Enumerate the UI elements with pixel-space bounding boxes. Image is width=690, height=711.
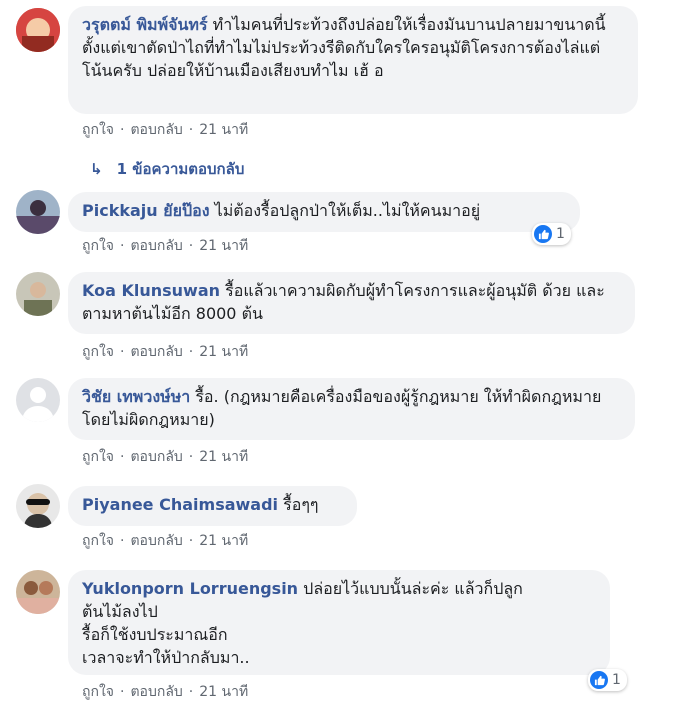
comment-bubble: วรุตตม์ พิมพ์จันทร์ ทำไมคนที่ประท้วงถึงป…: [68, 6, 638, 114]
comment-text: เวลาจะทำให้ป่ากลับมา..: [82, 648, 250, 667]
reaction-number: 1: [556, 226, 565, 242]
like-link[interactable]: ถูกใจ: [82, 533, 114, 549]
reply-link[interactable]: ตอบกลับ: [130, 122, 182, 138]
timestamp[interactable]: 21 นาที: [199, 344, 248, 360]
like-link[interactable]: ถูกใจ: [82, 238, 114, 254]
comment-bubble: Koa Klunsuwan รื้อแล้วเาความผิดกับผู้ทำโ…: [68, 272, 635, 334]
avatar[interactable]: [16, 8, 60, 52]
timestamp[interactable]: 21 นาที: [199, 122, 248, 138]
avatar[interactable]: [16, 570, 60, 614]
reaction-count[interactable]: 1: [532, 223, 571, 245]
reply-link[interactable]: ตอบกลับ: [130, 684, 182, 700]
comment-actions: ถูกใจ · ตอบกลับ · 21 นาที: [82, 533, 249, 549]
timestamp[interactable]: 21 นาที: [199, 684, 248, 700]
comment-text: ไม่ต้องรื้อปลูกป่าให้เต็ม..ไม่ให้คนมาอยู…: [214, 201, 481, 220]
reply-arrow-icon: ↳: [90, 160, 103, 178]
avatar[interactable]: [16, 272, 60, 316]
view-replies-link[interactable]: ↳ 1 ข้อความตอบกลับ: [90, 157, 244, 181]
like-link[interactable]: ถูกใจ: [82, 684, 114, 700]
comment-actions: ถูกใจ · ตอบกลับ · 21 นาที: [82, 122, 249, 138]
like-link[interactable]: ถูกใจ: [82, 122, 114, 138]
avatar[interactable]: [16, 378, 60, 422]
reaction-count[interactable]: 1: [588, 669, 627, 691]
like-link[interactable]: ถูกใจ: [82, 449, 114, 465]
comment-author[interactable]: Koa Klunsuwan: [82, 281, 220, 300]
comment-author[interactable]: Pickkaju ยัยป๊อง: [82, 201, 210, 220]
comment-author[interactable]: Yuklonporn Lorruengsin: [82, 579, 298, 598]
view-replies-label: 1 ข้อความตอบกลับ: [116, 160, 245, 178]
comment-text: รื้อก็ใช้งบประมาณอีก: [82, 625, 228, 644]
comment-author[interactable]: วรุตตม์ พิมพ์จันทร์: [82, 15, 208, 34]
comment-actions: ถูกใจ · ตอบกลับ · 21 นาที: [82, 238, 249, 254]
comment-author[interactable]: Piyanee Chaimsawadi: [82, 495, 278, 514]
comment-text: รื้อๆๆ: [283, 495, 319, 514]
comment-actions: ถูกใจ · ตอบกลับ · 21 นาที: [82, 449, 249, 465]
like-link[interactable]: ถูกใจ: [82, 344, 114, 360]
comment-bubble: Pickkaju ยัยป๊อง ไม่ต้องรื้อปลูกป่าให้เต…: [68, 192, 580, 232]
comment-text: ต้นไม้ลงไป: [82, 602, 158, 621]
timestamp[interactable]: 21 นาที: [199, 533, 248, 549]
avatar[interactable]: [16, 190, 60, 234]
comment-bubble: Yuklonporn Lorruengsin ปล่อยไว้แบบนั้นล่…: [68, 570, 610, 675]
reaction-number: 1: [612, 672, 621, 688]
timestamp[interactable]: 21 นาที: [199, 449, 248, 465]
comment-actions: ถูกใจ · ตอบกลับ · 21 นาที: [82, 684, 249, 700]
comment-author[interactable]: วิชัย เทพวงษ์ษา: [82, 387, 190, 406]
like-icon: [590, 671, 608, 689]
like-icon: [534, 225, 552, 243]
timestamp[interactable]: 21 นาที: [199, 238, 248, 254]
comment-actions: ถูกใจ · ตอบกลับ · 21 นาที: [82, 344, 249, 360]
reply-link[interactable]: ตอบกลับ: [130, 449, 182, 465]
reply-link[interactable]: ตอบกลับ: [130, 344, 182, 360]
comment-bubble: วิชัย เทพวงษ์ษา รื้อ. (กฎหมายคือเครื่องม…: [68, 378, 635, 440]
reply-link[interactable]: ตอบกลับ: [130, 533, 182, 549]
comment-text: ปล่อยไว้แบบนั้นล่ะค่ะ แล้วก็ปลูก: [303, 579, 523, 598]
reply-link[interactable]: ตอบกลับ: [130, 238, 182, 254]
avatar[interactable]: [16, 484, 60, 528]
comment-bubble: Piyanee Chaimsawadi รื้อๆๆ: [68, 486, 357, 526]
